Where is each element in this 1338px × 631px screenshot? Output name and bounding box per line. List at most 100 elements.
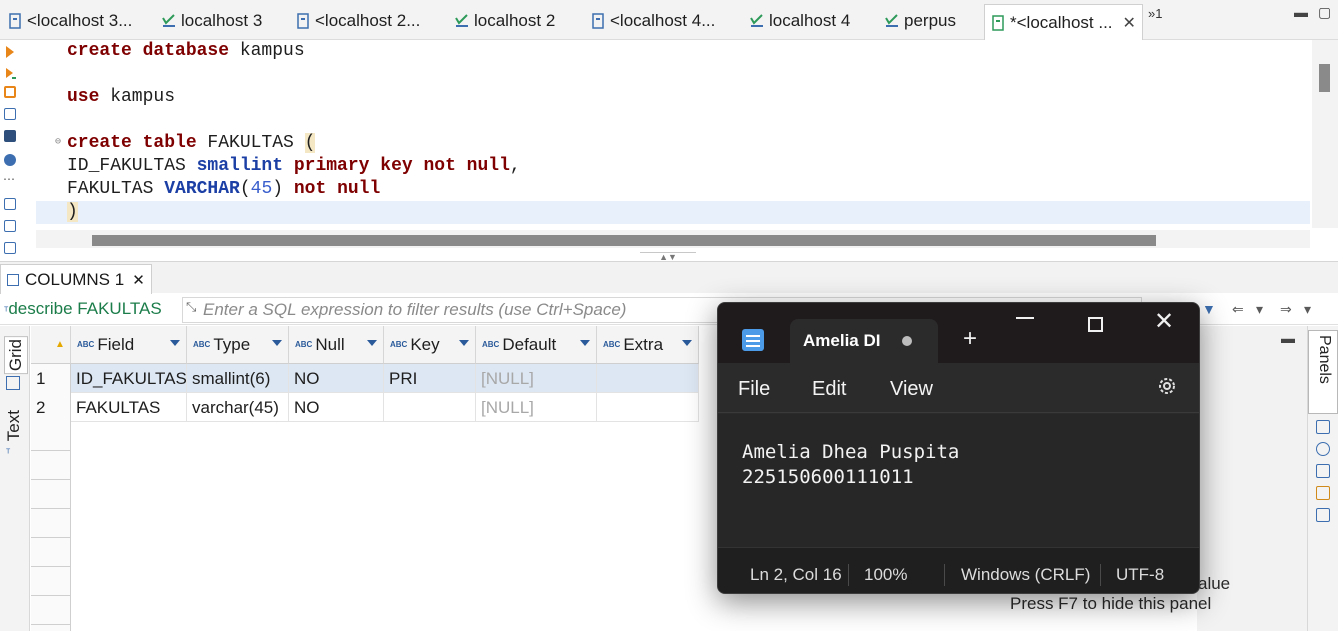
result-tab-columns[interactable]: COLUMNS 1 ✕ xyxy=(0,264,152,294)
editor-tab-localhost2-script[interactable]: <localhost 2... xyxy=(296,6,420,36)
column-header-extra[interactable]: ABC Extra xyxy=(597,326,699,364)
sort-icon[interactable] xyxy=(367,340,377,346)
column-header-null[interactable]: ABC Null xyxy=(289,326,384,364)
expand-icon[interactable]: ⤡ xyxy=(186,299,196,315)
line-ending[interactable]: Windows (CRLF) xyxy=(961,565,1090,585)
unsaved-dot-icon[interactable] xyxy=(902,336,912,346)
grid-cell[interactable]: [NULL] xyxy=(476,393,597,422)
table-row[interactable]: 2 FAKULTAS varchar(45) NO [NULL] xyxy=(31,393,699,422)
references-icon[interactable] xyxy=(1316,508,1330,522)
explain-plan-icon[interactable] xyxy=(4,108,16,120)
grid-cell[interactable]: ID_FAKULTAS xyxy=(71,364,187,393)
execute-script-icon[interactable] xyxy=(4,86,16,98)
forward-icon[interactable]: ⇒ xyxy=(1280,301,1292,318)
keyword: create table xyxy=(67,133,197,153)
zoom-level[interactable]: 100% xyxy=(864,565,907,585)
notepad-window[interactable]: Amelia DI + ✕ File Edit View Amelia Dhea… xyxy=(717,302,1200,594)
menu-view[interactable]: View xyxy=(890,378,933,401)
tab-label: localhost 2 xyxy=(474,11,556,30)
grid-cell[interactable] xyxy=(384,393,476,422)
grid-cell[interactable]: FAKULTAS xyxy=(71,393,187,422)
sort-icon[interactable] xyxy=(682,340,692,346)
menu-file[interactable]: File xyxy=(738,378,770,401)
sort-icon[interactable] xyxy=(170,340,180,346)
type: VARCHAR xyxy=(164,179,240,199)
sort-icon[interactable] xyxy=(580,340,590,346)
minimize-icon[interactable]: ▬ xyxy=(1281,330,1295,346)
fold-toggle-icon[interactable]: ⊖ xyxy=(55,136,61,148)
text-icon[interactable]: ᵀ xyxy=(6,448,10,459)
chevron-down-icon[interactable]: ▾ xyxy=(1304,301,1311,318)
code-line-2: use kampus xyxy=(67,86,175,109)
minimize-icon[interactable]: ▬ xyxy=(1294,4,1308,20)
menu-edit[interactable]: Edit xyxy=(812,378,846,401)
maximize-icon[interactable]: ▢ xyxy=(1318,4,1331,21)
sort-icon[interactable] xyxy=(459,340,469,346)
grid-icon[interactable] xyxy=(6,376,20,390)
maximize-icon[interactable] xyxy=(1088,317,1103,332)
grid-cell[interactable] xyxy=(597,364,699,393)
calculator-icon[interactable] xyxy=(1316,464,1330,478)
editor-vertical-scrollbar[interactable] xyxy=(1312,40,1338,228)
open-script-icon[interactable] xyxy=(4,220,16,232)
grid-view-tab[interactable]: Grid xyxy=(4,336,28,375)
properties-icon[interactable] xyxy=(1316,420,1330,434)
metadata-icon[interactable] xyxy=(1316,442,1330,456)
editor-tab-active-script[interactable]: *<localhost ... ✕ xyxy=(984,4,1143,40)
grid-cell[interactable]: [NULL] xyxy=(476,364,597,393)
editor-tab-perpus[interactable]: perpus xyxy=(885,6,956,36)
notepad-text-area[interactable]: Amelia Dhea Puspita 225150600111011 xyxy=(718,414,1199,547)
row-number[interactable]: 2 xyxy=(31,393,71,422)
column-header-default[interactable]: ABC Default xyxy=(476,326,597,364)
terminal-icon[interactable] xyxy=(4,130,16,142)
notepad-title-bar[interactable]: Amelia DI + ✕ xyxy=(718,303,1199,363)
close-icon[interactable]: ✕ xyxy=(132,271,145,289)
panel-resize-sash[interactable]: ▲▼ xyxy=(640,252,696,262)
grid-cell[interactable]: NO xyxy=(289,393,384,422)
grid-cell[interactable]: smallint(6) xyxy=(187,364,289,393)
save-script-icon[interactable] xyxy=(4,242,16,254)
sql-editor[interactable]: create database kampus use kampus ⊖ crea… xyxy=(36,40,1310,228)
new-tab-icon[interactable]: + xyxy=(963,325,977,353)
minimize-icon[interactable] xyxy=(1016,317,1034,319)
table-row[interactable]: 1 ID_FAKULTAS smallint(6) NO PRI [NULL] xyxy=(31,364,699,393)
grouping-icon[interactable] xyxy=(1316,486,1330,500)
scroll-thumb[interactable] xyxy=(92,235,1156,246)
column-header-type[interactable]: ABC Type xyxy=(187,326,289,364)
grid-cell[interactable]: varchar(45) xyxy=(187,393,289,422)
close-icon[interactable]: ✕ xyxy=(1154,307,1174,337)
result-grid[interactable]: ▲ ABC Field ABC Type ABC Null ABC Key ABC Def… xyxy=(31,326,699,631)
row-number[interactable]: 1 xyxy=(31,364,71,393)
back-icon[interactable]: ⇐ xyxy=(1232,301,1244,318)
column-header-field[interactable]: ABC Field xyxy=(71,326,187,364)
text-view-tab[interactable]: Text xyxy=(4,410,24,441)
status-divider xyxy=(944,564,945,586)
row-number-header[interactable]: ▲ xyxy=(31,326,71,364)
editor-tab-localhost3-script[interactable]: <localhost 3... xyxy=(8,6,132,36)
new-script-icon[interactable] xyxy=(4,198,16,210)
tab-overflow-button[interactable]: »1 xyxy=(1148,6,1162,21)
grid-cell[interactable]: PRI xyxy=(384,364,476,393)
panels-tab[interactable]: Panels xyxy=(1308,330,1338,414)
editor-tab-localhost3[interactable]: localhost 3 xyxy=(162,6,262,36)
scroll-thumb[interactable] xyxy=(1319,64,1330,92)
close-icon[interactable]: ✕ xyxy=(1123,13,1136,33)
encoding[interactable]: UTF-8 xyxy=(1116,565,1164,585)
editor-horizontal-scrollbar[interactable] xyxy=(36,230,1310,248)
settings-icon[interactable] xyxy=(4,154,16,166)
execute-in-new-tab-icon[interactable] xyxy=(4,66,16,79)
column-header-key[interactable]: ABC Key xyxy=(384,326,476,364)
editor-tab-localhost4-script[interactable]: <localhost 4... xyxy=(591,6,715,36)
editor-tab-localhost2[interactable]: localhost 2 xyxy=(455,6,555,36)
grid-cell[interactable] xyxy=(597,393,699,422)
gear-icon[interactable] xyxy=(1156,375,1178,397)
sort-icon[interactable] xyxy=(272,340,282,346)
query-text[interactable]: ᵀdescribe FAKULTAS xyxy=(4,299,162,319)
grid-cell[interactable]: NO xyxy=(289,364,384,393)
notepad-tab[interactable]: Amelia DI xyxy=(790,319,938,363)
more-icon[interactable]: ⋯ xyxy=(3,172,15,186)
editor-tab-localhost4[interactable]: localhost 4 xyxy=(750,6,850,36)
chevron-down-icon[interactable]: ▾ xyxy=(1256,301,1263,318)
execute-statement-icon[interactable] xyxy=(4,44,16,58)
filter-icon[interactable]: ▼ xyxy=(1202,301,1216,317)
